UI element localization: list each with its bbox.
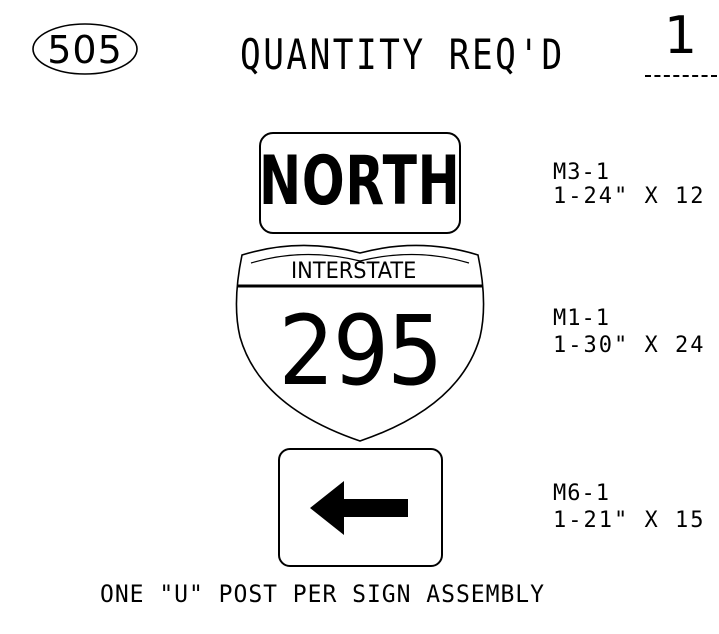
footer-note: ONE "U" POST PER SIGN ASSEMBLY <box>100 580 545 608</box>
arrow-sign <box>278 448 443 567</box>
arrow-left-icon <box>310 481 408 535</box>
sign-size-m6-1: 1-21" X 15 <box>553 508 706 533</box>
quantity-value: 1 <box>664 6 698 66</box>
sheet-number-badge: 505 <box>30 22 140 82</box>
quantity-underline <box>645 75 717 77</box>
sheet-number: 505 <box>47 28 123 72</box>
interstate-route-number: 295 <box>278 295 443 407</box>
north-sign: NORTH <box>259 132 461 234</box>
sign-code-m3-1: M3-1 <box>553 160 610 185</box>
sign-code-m6-1: M6-1 <box>553 481 610 506</box>
sign-size-m1-1: 1-30" X 24 <box>553 333 706 358</box>
interstate-banner: INTERSTATE <box>291 259 417 284</box>
quantity-label: QUANTITY REQ'D <box>240 30 565 79</box>
sign-code-m1-1: M1-1 <box>553 306 610 331</box>
sign-size-m3-1: 1-24" X 12 <box>553 184 706 209</box>
north-sign-legend: NORTH <box>259 142 461 221</box>
interstate-shield: INTERSTATE 295 <box>234 233 486 443</box>
